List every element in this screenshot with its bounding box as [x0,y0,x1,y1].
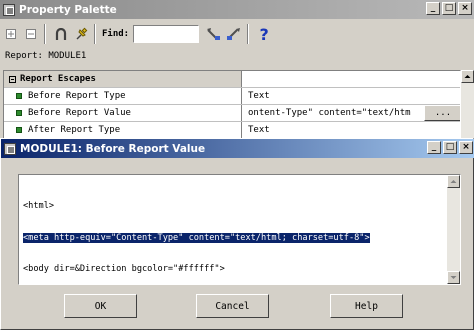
palette-maximize-button[interactable]: □ [442,2,456,15]
find-label: Find: [102,29,130,39]
code-line: <html> [23,201,55,211]
palette-title: Property Palette [19,3,117,16]
ellipsis-button[interactable]: ... [424,105,460,121]
property-row[interactable]: After Report Type Text [4,122,460,139]
property-value-input[interactable]: ontent-Type" content="text/htm [248,108,411,118]
find-next-button[interactable] [205,25,223,43]
before-report-value-dialog: MODULE1: Before Report Value _ □ × <html… [0,138,474,330]
arrow-down-icon [450,276,457,279]
expand-all-button[interactable] [2,25,20,43]
palette-toolbar: Find: ? [0,20,474,48]
editor-scrollbar[interactable] [447,175,460,284]
property-value[interactable]: Text [242,122,460,138]
dialog-app-icon [4,142,16,155]
help-button[interactable]: ? [255,24,273,44]
find-previous-button[interactable] [225,25,243,43]
scroll-up-button[interactable] [461,70,474,83]
dialog-close-button[interactable]: × [459,141,473,154]
palette-app-icon [3,3,15,16]
toolbar-separator [44,24,46,44]
find-next-icon [207,28,221,40]
arrow-up-icon [450,180,457,183]
help-button-dialog[interactable]: Help [330,294,403,318]
property-grid: Report Escapes Before Report Type Text B… [3,70,461,140]
expand-icon [6,29,16,39]
property-bullet-icon [16,110,22,116]
dialog-titlebar[interactable]: MODULE1: Before Report Value _ □ × [1,139,474,158]
union-button[interactable] [52,25,70,43]
arrow-up-icon [464,75,471,78]
collapse-group-icon[interactable] [9,75,16,83]
ok-button[interactable]: OK [64,294,137,318]
dialog-maximize-button[interactable]: □ [443,141,457,154]
editor-scroll-down-button[interactable] [447,271,460,284]
cancel-button[interactable]: Cancel [196,294,269,318]
group-label: Report Escapes [20,74,96,84]
collapse-icon [26,29,36,39]
palette-close-button[interactable]: × [458,2,472,15]
property-row-selected[interactable]: Before Report Value ontent-Type" content… [4,105,460,122]
palette-minimize-button[interactable]: _ [426,2,440,15]
code-text[interactable]: <html> <meta http-equiv="Content-Type" c… [23,180,370,296]
collapse-all-button[interactable] [22,25,40,43]
code-line: <body dir=&Direction bgcolor="#ffffff"> [23,264,225,274]
group-row-report-escapes[interactable]: Report Escapes [4,71,460,88]
pin-button[interactable] [72,25,90,43]
dialog-minimize-button[interactable]: _ [427,141,441,154]
toolbar-separator [94,24,96,44]
code-line-selected: <meta http-equiv="Content-Type" content=… [23,232,370,243]
palette-scrollbar[interactable] [461,70,474,140]
palette-titlebar[interactable]: Property Palette _ □ × [0,0,474,19]
property-row[interactable]: Before Report Type Text [4,88,460,105]
dialog-title: MODULE1: Before Report Value [20,142,206,155]
toolbar-separator [247,24,250,44]
property-name: Before Report Value [28,108,131,118]
property-name: After Report Type [28,125,121,135]
find-prev-icon [227,28,241,40]
editor-scroll-up-button[interactable] [447,175,460,188]
property-bullet-icon [16,127,22,133]
property-value[interactable]: Text [242,88,460,104]
report-context-label: Report: MODULE1 [5,51,87,61]
property-bullet-icon [16,93,22,99]
magnet-icon [55,27,67,40]
property-name: Before Report Type [28,91,126,101]
help-icon: ? [259,24,269,44]
find-input[interactable] [133,25,200,43]
pin-icon [76,27,88,40]
code-editor[interactable]: <html> <meta http-equiv="Content-Type" c… [18,174,461,285]
